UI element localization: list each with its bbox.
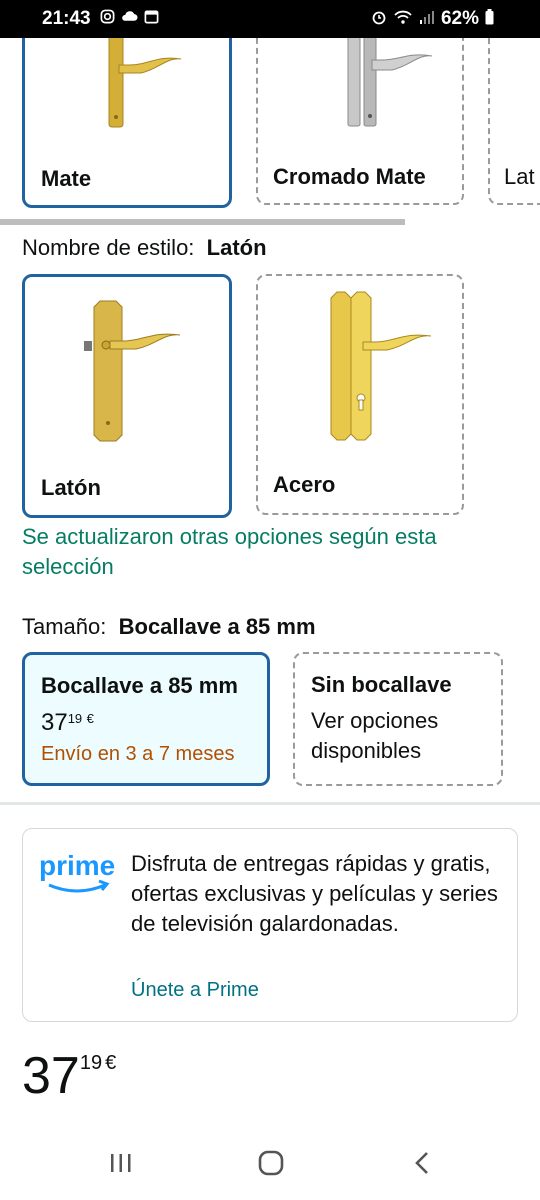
- style-name-row: Nombre de estilo: Latón: [22, 235, 267, 261]
- size-option-title: Sin bocallave: [311, 672, 452, 697]
- style-option-label: Latón: [41, 475, 101, 500]
- product-price: 3719 €: [22, 1046, 116, 1106]
- size-option-sin-bocallave[interactable]: Sin bocallave Ver opciones disponibles: [293, 652, 503, 786]
- style-name-label: Nombre de estilo:: [22, 235, 195, 260]
- status-time: 21:43: [42, 8, 91, 29]
- chrome-door-handle-image: [347, 38, 433, 127]
- size-option-title: Bocallave a 85 mm: [41, 673, 238, 698]
- style-option-label: Acero: [273, 472, 336, 497]
- style-option-cromado-mate[interactable]: Cromado Mate: [256, 38, 464, 205]
- price-currency: €: [86, 711, 94, 726]
- price-currency: €: [105, 1052, 117, 1074]
- style-option-label: Cromado Mate: [273, 164, 426, 189]
- size-value: Bocallave a 85 mm: [118, 614, 316, 639]
- prime-promo-box[interactable]: prime Disfruta de entregas rápidas y gra…: [22, 828, 518, 1022]
- size-option-price: 3719 €: [41, 709, 94, 737]
- style-option-label: Lat: [504, 164, 535, 189]
- style-option-mate[interactable]: Mate: [22, 38, 232, 208]
- prime-logo-text: prime: [39, 850, 115, 881]
- home-icon[interactable]: [257, 1150, 285, 1181]
- price-fraction: 19: [79, 1052, 103, 1074]
- back-icon[interactable]: [410, 1150, 436, 1181]
- gold-door-handle-image: [108, 38, 182, 128]
- price-fraction: 19: [67, 711, 83, 726]
- see-options-text: Ver opciones disponibles: [311, 708, 439, 763]
- horizontal-scroll-indicator: [0, 219, 405, 225]
- status-bar: 21:43 62%: [0, 0, 540, 38]
- instagram-icon: [100, 9, 115, 28]
- style-option-lat[interactable]: Lat: [488, 38, 540, 205]
- prime-description: Disfruta de entregas rápidas y gratis, o…: [131, 851, 498, 936]
- prime-logo-icon: prime: [39, 850, 115, 893]
- size-row: Tamaño: Bocallave a 85 mm: [22, 614, 316, 640]
- price-whole: 37: [41, 709, 68, 736]
- shipping-estimate: Envío en 3 a 7 meses: [41, 743, 235, 765]
- wifi-icon: [393, 9, 413, 30]
- size-label: Tamaño:: [22, 614, 107, 639]
- system-nav-bar: [0, 1138, 540, 1200]
- size-option-bocallave-85[interactable]: Bocallave a 85 mm 3719 € Envío en 3 a 7 …: [22, 652, 270, 786]
- signal-icon: [419, 9, 435, 30]
- alarm-icon: [371, 9, 387, 30]
- calendar-icon: [144, 9, 159, 28]
- section-divider: [0, 802, 540, 805]
- style-option-acero[interactable]: Acero: [256, 274, 464, 515]
- brass-door-handle-image: [84, 300, 181, 442]
- style-option-laton[interactable]: Latón: [22, 274, 232, 518]
- style-name-value: Latón: [206, 235, 267, 260]
- steel-gold-door-handle-image: [330, 291, 432, 441]
- price-whole: 37: [22, 1047, 80, 1105]
- style-option-label: Mate: [41, 166, 92, 191]
- battery-level: 62%: [440, 8, 479, 29]
- recent-apps-icon[interactable]: [108, 1150, 134, 1181]
- battery-icon: [485, 8, 494, 30]
- options-updated-notice: Se actualizaron otras opciones según est…: [22, 524, 437, 579]
- product-options-page: Mate Cromado Mate Lat Nombre de estilo: …: [0, 38, 540, 1138]
- join-prime-link[interactable]: Únete a Prime: [131, 979, 259, 1002]
- cloud-icon: [121, 9, 138, 28]
